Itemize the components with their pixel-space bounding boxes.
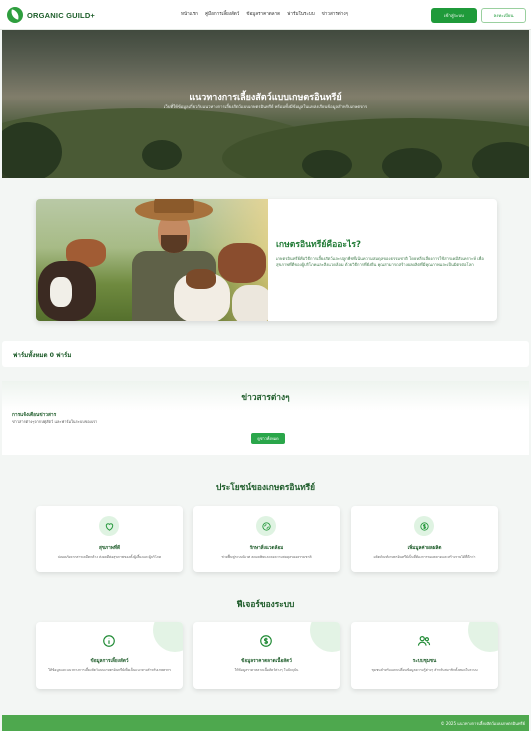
brand-logo[interactable]: ORGANIC GUILD+ [7, 7, 95, 23]
hero-subtitle: เว็บที่ให้ข้อมูลเกี่ยวกับแนวทางการเลี้ยง… [163, 104, 368, 109]
top-nav: ORGANIC GUILD+ หน้าแรก คู่มือการเลี้ยงสั… [0, 0, 531, 30]
feature-title: ข้อมูลราคาตลาดเนื้อสัตว์ [241, 659, 292, 664]
benefit-desc: ปลอดภัยจากสารเคมีตกค้าง ส่งผลดีต่อสุขภาพ… [57, 555, 162, 559]
cow [218, 243, 266, 283]
view-all-news-button[interactable]: ดูข่าวทั้งหมด [251, 433, 285, 444]
menu-item-market-price[interactable]: ข้อมูลราคาตลาด [246, 11, 280, 18]
dollar-icon [414, 516, 434, 536]
benefit-card-health: สุขภาพที่ดี ปลอดภัยจากสารเคมีตกค้าง ส่งผ… [36, 506, 183, 572]
cow-patch [50, 277, 72, 307]
cow [232, 285, 268, 321]
benefit-title: สุขภาพที่ดี [98, 546, 120, 551]
feature-card-market-price[interactable]: ข้อมูลราคาตลาดเนื้อสัตว์ ให้ข้อมูลราคาตล… [193, 622, 340, 689]
benefit-desc: ช่วยฟื้นฟูระบบนิเวศ ลดมลพิษและคงความสมดุ… [221, 555, 312, 559]
features-title: ฟีเจอร์ของระบบ [236, 599, 295, 609]
users-icon [414, 631, 434, 651]
info-icon [99, 631, 119, 651]
feature-desc: ชุมชนสำหรับแลกเปลี่ยนข้อมูลความรู้ต่างๆ … [371, 668, 478, 672]
farmer-with-cows-image [36, 199, 268, 321]
farmer-beard [161, 235, 187, 253]
feature-card-community[interactable]: ระบบชุมชน ชุมชนสำหรับแลกเปลี่ยนข้อมูลควา… [351, 622, 498, 689]
menu-item-farms[interactable]: ฟาร์มในระบบ [287, 11, 314, 18]
intro-title: เกษตรอินทรีย์คืออะไร? [276, 240, 361, 250]
footer-copyright: © 2025 แนวทางการเลี้ยงสัตว์แบบเกษตรอินทร… [440, 721, 525, 726]
main-menu: หน้าแรก คู่มือการเลี้ยงสัตว์ ข้อมูลราคาต… [181, 11, 348, 18]
login-button[interactable]: เข้าสู่ระบบ [431, 8, 477, 23]
benefit-card-environment: รักษาสิ่งแวดล้อม ช่วยฟื้นฟูระบบนิเวศ ลดม… [193, 506, 340, 572]
intro-text: เกษตรอินทรีย์คืออะไร? เกษตรอินทรีย์คือวิ… [276, 237, 490, 268]
feature-card-livestock-info[interactable]: ข้อมูลการเลี้ยงสัตว์ ให้ข้อมูลและแนวทางก… [36, 622, 183, 689]
hero-banner: แนวทางการเลี้ยงสัตว์แบบเกษตรอินทรีย์ เว็… [2, 30, 529, 178]
hero-title: แนวทางการเลี้ยงสัตว์แบบเกษตรอินทรีย์ [189, 93, 342, 103]
card-decoration [153, 622, 183, 652]
cow-patch [186, 269, 216, 289]
card-decoration [468, 622, 498, 652]
dollar-icon [256, 631, 276, 651]
news-item-body: ข่าวสารต่างๆจากปศุสัตว์ และฟาร์มในระบบขอ… [12, 419, 98, 424]
feature-desc: ให้ข้อมูลและแนวทางการเลี้ยงสัตว์แบบเกษตร… [48, 668, 171, 672]
register-button[interactable]: ลงทะเบียน [481, 8, 526, 23]
benefits-title: ประโยชน์ของเกษตรอินทรีย์ [215, 482, 316, 492]
heart-icon [99, 516, 119, 536]
news-section: ข่าวสารต่างๆ การแจ้งเตือนข่าวสาร ข่าวสาร… [2, 381, 529, 455]
organic-intro-card: เกษตรอินทรีย์คืออะไร? เกษตรอินทรีย์คือวิ… [36, 199, 497, 321]
page: ORGANIC GUILD+ หน้าแรก คู่มือการเลี้ยงสั… [0, 0, 531, 731]
news-section-title: ข่าวสารต่างๆ [241, 392, 290, 402]
farmer-hat-crown [154, 199, 194, 213]
feature-title: ระบบชุมชน [412, 659, 437, 664]
card-decoration [310, 622, 340, 652]
recycle-icon [256, 516, 276, 536]
feature-desc: ให้ข้อมูลราคาตลาดเนื้อสัตว์ต่างๆ ในปัจจุ… [234, 668, 299, 672]
brand-name: ORGANIC GUILD+ [27, 10, 96, 20]
benefit-card-value: เพิ่มมูลค่าผลผลิต ผลิตภัณฑ์เกษตรอินทรีย์… [351, 506, 498, 572]
farm-count-label: ฟาร์มทั้งหมด 0 ฟาร์ม [13, 352, 72, 359]
menu-item-guide[interactable]: คู่มือการเลี้ยงสัตว์ [205, 11, 239, 18]
menu-item-home[interactable]: หน้าแรก [181, 11, 198, 18]
feature-title: ข้อมูลการเลี้ยงสัตว์ [90, 659, 129, 664]
benefit-title: เพิ่มมูลค่าผลผลิต [407, 546, 442, 551]
leaf-icon [7, 7, 23, 23]
news-item-title[interactable]: การแจ้งเตือนข่าวสาร [12, 411, 56, 419]
menu-item-news[interactable]: ข่าวสารต่างๆ [322, 11, 348, 18]
farm-count-bar: ฟาร์มทั้งหมด 0 ฟาร์ม [2, 341, 529, 367]
footer: © 2025 แนวทางการเลี้ยงสัตว์แบบเกษตรอินทร… [2, 715, 529, 731]
intro-body: เกษตรอินทรีย์คือวิธีการเลี้ยงสัตว์และปลู… [276, 256, 484, 267]
benefit-title: รักษาสิ่งแวดล้อม [249, 546, 284, 551]
benefit-desc: ผลิตภัณฑ์เกษตรอินทรีย์เป็นที่ต้องการของต… [373, 555, 476, 559]
